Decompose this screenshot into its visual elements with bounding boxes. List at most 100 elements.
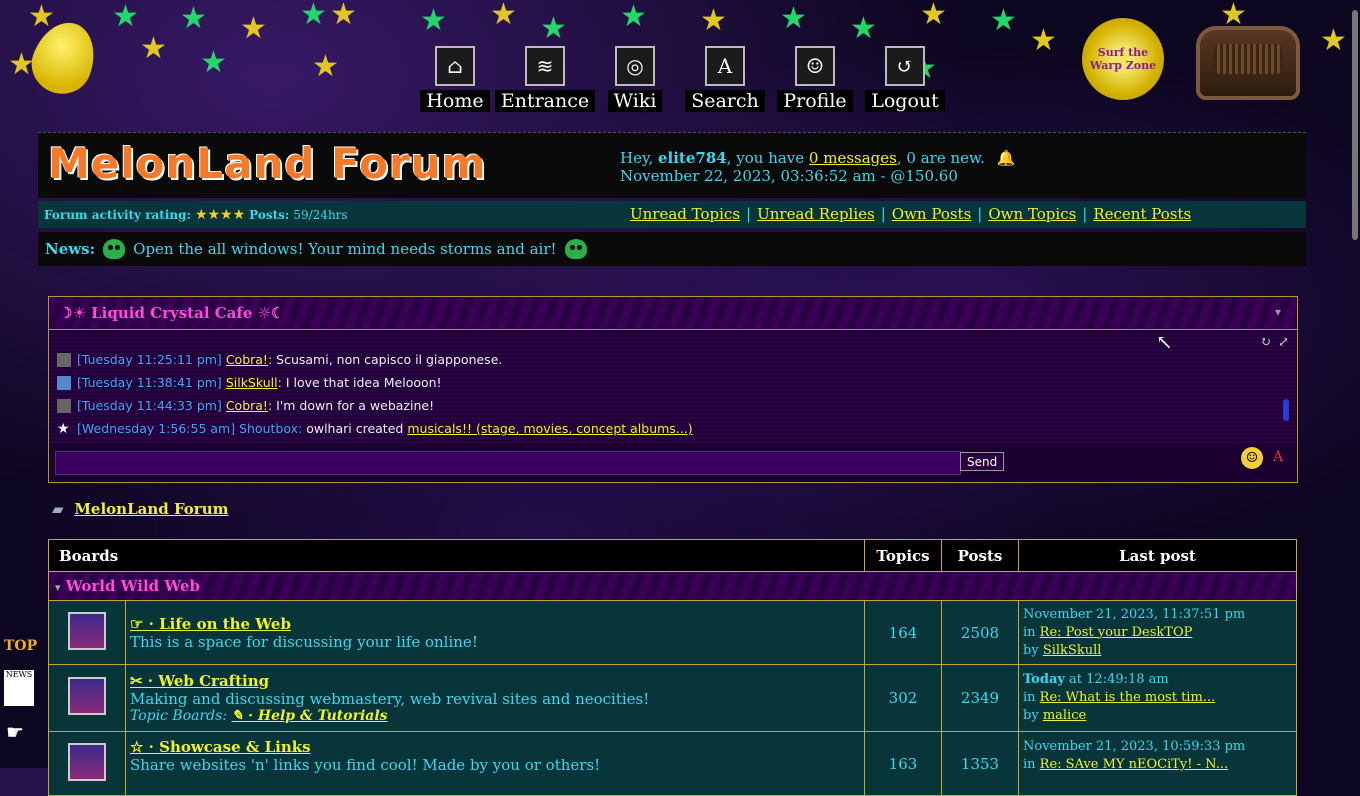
- house-icon: ⌂: [435, 46, 475, 86]
- by-label: by: [1023, 708, 1043, 723]
- board-icon[interactable]: [68, 611, 106, 650]
- nav-entrance[interactable]: ≋ Entrance: [494, 46, 596, 112]
- shoutbox-header[interactable]: ☽☀ Liquid Crystal Cafe ☼☾ ▾: [49, 297, 1297, 330]
- font-style-icon[interactable]: A: [1273, 449, 1283, 465]
- cat-icon: ≋: [525, 46, 565, 86]
- board-info: ☆ · Showcase & Links Share websites 'n' …: [125, 731, 865, 796]
- shout-user-link[interactable]: Cobra!: [226, 352, 268, 367]
- shout-topic-link[interactable]: musicals!! (stage, movies, concept album…: [407, 421, 692, 436]
- yellow-star-icon: ★: [28, 0, 55, 34]
- collapse-icon[interactable]: ▾: [1275, 305, 1281, 319]
- last-post-topic-link[interactable]: Re: What is the most tim...: [1040, 690, 1216, 705]
- shout-timestamp: [Tuesday 11:44:33 pm]: [77, 398, 222, 413]
- radio-icon[interactable]: [1196, 26, 1300, 100]
- in-label: in: [1023, 624, 1040, 640]
- colon: :: [267, 352, 273, 367]
- posts-count: 1353: [941, 731, 1019, 796]
- topic-board-link[interactable]: ✎ · Help & Tutorials: [231, 708, 387, 724]
- pointing-hand-icon[interactable]: ☛: [6, 720, 24, 744]
- board-icon[interactable]: [68, 742, 106, 781]
- yellow-star-icon: ★: [490, 0, 517, 32]
- nav-profile[interactable]: ☺ Profile: [776, 46, 854, 112]
- yellow-star-icon: ★: [312, 49, 339, 84]
- boards-table: Boards Topics Posts Last post ▾ World Wi…: [48, 539, 1297, 796]
- shout-user-link[interactable]: SilkSkull: [226, 375, 278, 390]
- abc-blocks-icon: A: [705, 46, 745, 86]
- own-topics-link[interactable]: Own Topics: [988, 205, 1076, 223]
- messages-link[interactable]: 0 messages: [809, 149, 897, 167]
- category-row[interactable]: ▾ World Wild Web: [48, 571, 1297, 601]
- news-label: News:: [45, 240, 96, 258]
- expand-icon[interactable]: ⤢: [1278, 335, 1289, 350]
- nav-wiki[interactable]: ◎ Wiki: [596, 46, 674, 112]
- shout-message: [Tuesday 11:25:11 pm] Cobra!: Scusami, n…: [49, 348, 693, 371]
- board-icon-cell: [48, 664, 126, 732]
- star-icon: ★: [57, 420, 70, 437]
- nav-logout-label: Logout: [865, 90, 945, 112]
- yellow-star-icon: ★: [700, 3, 727, 38]
- board-link[interactable]: ☆ · Showcase & Links: [130, 738, 311, 756]
- nav-home-label: Home: [420, 90, 490, 112]
- forum-logo[interactable]: MelonLand Forum: [48, 139, 486, 188]
- bell-icon[interactable]: 🔔: [997, 149, 1016, 167]
- last-post-topic-link[interactable]: Re: SAve MY nEOCiTy! - N...: [1040, 757, 1228, 772]
- user-greeting: Hey, elite784, you have 0 messages, 0 ar…: [620, 149, 1016, 185]
- smiley-icon[interactable]: ☺: [1241, 447, 1263, 469]
- topics-header: Topics: [864, 539, 942, 572]
- green-star-icon: ★: [780, 1, 807, 36]
- board-description: This is a space for discussing your life…: [130, 632, 478, 651]
- warp-zone-badge[interactable]: Surf the Warp Zone: [1082, 18, 1164, 100]
- shout-message: ★ [Wednesday 1:56:55 am] Shoutbox: owlha…: [49, 417, 693, 440]
- board-info: ☞ · Life on the Web This is a space for …: [125, 600, 865, 665]
- colon: :: [267, 398, 273, 413]
- last-post-date: November 21, 2023, 10:59:33 pm: [1023, 739, 1246, 754]
- refresh-icon[interactable]: ↻: [1260, 335, 1271, 350]
- greeting-suffix: , 0 are new.: [896, 149, 985, 167]
- green-star-icon: ★: [990, 3, 1017, 38]
- green-star-icon: ★: [112, 0, 139, 34]
- unread-topics-link[interactable]: Unread Topics: [630, 205, 740, 223]
- send-button[interactable]: Send: [960, 452, 1005, 471]
- breadcrumb: ▰ MelonLand Forum: [52, 500, 228, 518]
- mouse-cursor-icon: ↖: [1156, 330, 1173, 354]
- back-to-top-icon[interactable]: TOP: [4, 638, 37, 654]
- board-link[interactable]: ✂ · Web Crafting: [130, 672, 269, 690]
- green-star-icon: ★: [300, 0, 327, 32]
- posts-header: Posts: [941, 539, 1019, 572]
- unread-replies-link[interactable]: Unread Replies: [757, 205, 875, 223]
- shout-input-row: Send ☺ A: [55, 447, 1291, 475]
- shout-message: [Tuesday 11:38:41 pm] SilkSkull: I love …: [49, 371, 693, 394]
- shout-text: I love that idea Melooon!: [285, 375, 442, 390]
- shout-timestamp: [Tuesday 11:38:41 pm]: [77, 375, 222, 390]
- shout-input[interactable]: [55, 451, 961, 475]
- breadcrumb-forum-link[interactable]: MelonLand Forum: [74, 500, 228, 518]
- shoutbox-title: ☽☀ Liquid Crystal Cafe ☼☾: [59, 304, 285, 322]
- colon: :: [277, 375, 282, 390]
- yellow-star-icon: ★: [330, 0, 357, 32]
- table-row: ☞ · Life on the Web This is a space for …: [48, 600, 1297, 665]
- separator: |: [977, 205, 983, 223]
- topics-count: 163: [864, 731, 942, 796]
- board-icon[interactable]: [68, 677, 106, 715]
- nav-logout[interactable]: ↺ Logout: [865, 46, 945, 112]
- shout-user-link[interactable]: Cobra!: [226, 398, 268, 413]
- recent-posts-link[interactable]: Recent Posts: [1093, 205, 1191, 223]
- boards-header: Boards: [48, 539, 865, 572]
- last-post-user-link[interactable]: malice: [1043, 708, 1086, 723]
- last-post-topic-link[interactable]: Re: Post your DeskTOP: [1040, 625, 1193, 640]
- board-link[interactable]: ☞ · Life on the Web: [130, 615, 291, 633]
- yellow-star-icon: ★: [240, 11, 267, 46]
- shoutbox-scrollbar[interactable]: [1283, 399, 1289, 421]
- nav-search[interactable]: A Search: [685, 46, 765, 112]
- greeting-prefix: Hey,: [620, 149, 658, 167]
- page-scrollbar[interactable]: [1352, 10, 1358, 240]
- last-post-user-link[interactable]: SilkSkull: [1043, 643, 1102, 658]
- collapse-icon[interactable]: ▾: [55, 581, 61, 594]
- news-icon-text: NEWS: [5, 670, 33, 679]
- news-icon[interactable]: NEWS: [4, 670, 34, 706]
- avatar: [57, 352, 71, 367]
- nav-home[interactable]: ⌂ Home: [416, 46, 494, 112]
- shout-text: Scusami, non capisco il giapponese.: [276, 352, 503, 367]
- activity-rating-label: Forum activity rating:: [44, 207, 191, 222]
- own-posts-link[interactable]: Own Posts: [892, 205, 972, 223]
